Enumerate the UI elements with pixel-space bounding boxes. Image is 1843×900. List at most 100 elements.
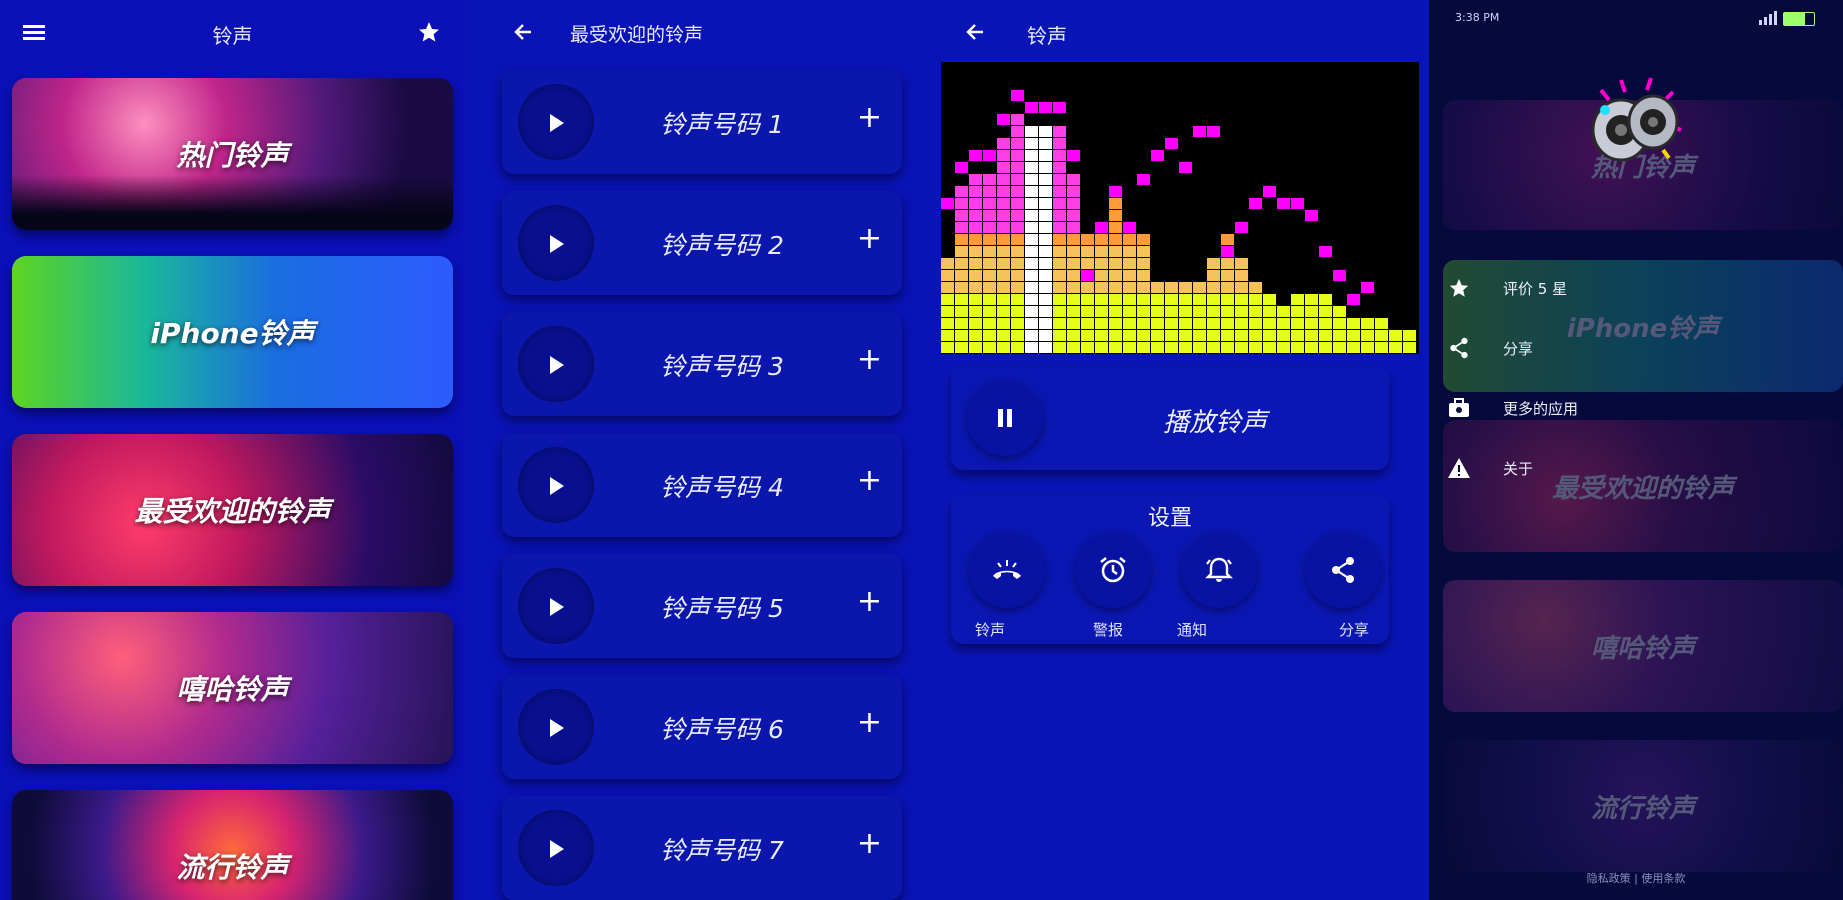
eq-bar-cell [1039,210,1052,221]
category-card-hot[interactable]: 热门铃声 [12,78,453,230]
category-card-hiphop[interactable]: 嘻哈铃声 [12,612,453,764]
ringtone-name: 铃声号码 5 [660,594,784,623]
eq-bar-cell [983,330,996,341]
eq-bar-cell [997,306,1010,317]
category-card-pop[interactable]: 流行铃声 [12,790,453,900]
menu-item-about[interactable]: 关于 [1445,448,1533,488]
set-notification-button[interactable] [1181,532,1257,608]
back-arrow-icon[interactable] [961,18,989,46]
eq-bar-cell [1081,294,1094,305]
eq-bar-cell [1137,342,1150,353]
menu-item-rate[interactable]: 评价 5 星 [1445,268,1567,308]
eq-bar-cell [1095,270,1108,281]
eq-bar-cell [983,318,996,329]
eq-bar-cell [1039,270,1052,281]
add-icon[interactable]: + [857,463,882,498]
eq-bar-cell [1053,138,1066,149]
eq-bar-cell [1011,306,1024,317]
eq-peak-marker [1333,270,1346,281]
eq-bar-cell [1025,246,1038,257]
menu-item-share[interactable]: 分享 [1445,328,1533,368]
notification-icon [1205,557,1233,582]
ringtone-row[interactable]: 铃声号码 3 + [502,312,902,416]
ringtone-row[interactable]: 铃声号码 6 + [502,675,902,779]
category-label: 最受欢迎的铃声 [134,495,331,528]
eq-bar-cell [1039,186,1052,197]
category-card-popular[interactable]: 最受欢迎的铃声 [12,434,453,586]
ringtone-name: 铃声号码 7 [660,836,784,865]
eq-bar-cell [1039,342,1052,353]
eq-bar-cell [1263,330,1276,341]
play-button[interactable] [518,84,594,160]
share-icon [1445,334,1473,362]
ringtone-row[interactable]: 铃声号码 1 + [502,70,902,174]
back-arrow-icon[interactable] [509,18,537,46]
eq-bar-cell [1375,342,1388,353]
battery-icon [1783,12,1815,26]
eq-bar-cell [955,330,968,341]
add-icon[interactable]: + [857,221,882,256]
eq-bar-cell [1151,282,1164,293]
add-icon[interactable]: + [857,584,882,619]
eq-bar-cell [1221,318,1234,329]
eq-bar-cell [1039,138,1052,149]
eq-bar-cell [1361,318,1374,329]
eq-bar-cell [955,186,968,197]
eq-bar-cell [969,258,982,269]
play-button[interactable] [518,810,594,886]
eq-bar-cell [1319,342,1332,353]
eq-bar-cell [1067,318,1080,329]
ringtone-row[interactable]: 铃声号码 7 + [502,796,902,900]
eq-bar-cell [1109,330,1122,341]
eq-bar-cell [1109,198,1122,209]
category-card-iphone[interactable]: iPhone铃声 [12,256,453,408]
menu-item-more-apps[interactable]: 更多的应用 [1445,388,1578,428]
add-icon[interactable]: + [857,826,882,861]
share-button[interactable] [1305,532,1381,608]
play-button[interactable] [518,326,594,402]
eq-bar-cell [1011,162,1024,173]
play-button[interactable] [518,447,594,523]
ringtone-row[interactable]: 铃声号码 4 + [502,433,902,537]
page-title: 铃声 [212,24,253,48]
add-icon[interactable]: + [857,342,882,377]
ringtone-row[interactable]: 铃声号码 2 + [502,191,902,295]
home-screen: 铃声 热门铃声 iPhone铃声 最受欢迎的铃声 嘻哈铃声 流行铃声 [0,0,465,900]
eq-bar-cell [1207,294,1220,305]
pause-button[interactable] [967,380,1043,456]
play-button[interactable] [518,205,594,281]
eq-peak-marker [1277,198,1290,209]
ringtone-action-label: 铃声 [975,621,1006,639]
set-ringtone-button[interactable] [969,532,1045,608]
status-bar: 3:38 PM [1429,0,1843,36]
add-icon[interactable]: + [857,100,882,135]
eq-bar-cell [1151,342,1164,353]
eq-bar-cell [997,234,1010,245]
eq-bar-cell [997,258,1010,269]
eq-bar-cell [1095,306,1108,317]
eq-bar-cell [969,198,982,209]
eq-bar-cell [969,210,982,221]
eq-bar-cell [1081,306,1094,317]
menu-item-label: 评价 5 星 [1503,279,1568,298]
play-ringtone-label: 播放铃声 [1162,408,1267,438]
eq-bar-cell [1333,330,1346,341]
eq-bar-cell [1361,342,1374,353]
set-alarm-button[interactable] [1075,532,1151,608]
eq-bar-cell [1053,210,1066,221]
play-button[interactable] [518,568,594,644]
star-icon[interactable] [415,18,443,46]
eq-peak-marker [1221,246,1234,257]
eq-bar-cell [1039,258,1052,269]
eq-bar-cell [1137,258,1150,269]
settings-card: 设置 铃声 警报 通知 分享 [951,494,1389,644]
eq-bar-cell [1235,294,1248,305]
ringtone-row[interactable]: 铃声号码 5 + [502,554,902,658]
play-ringtone-card[interactable]: 播放铃声 [951,366,1389,470]
eq-bar-cell [1235,318,1248,329]
eq-bar-cell [1123,306,1136,317]
play-button[interactable] [518,689,594,765]
eq-bar-cell [1193,318,1206,329]
eq-bar-cell [1053,150,1066,161]
add-icon[interactable]: + [857,705,882,740]
